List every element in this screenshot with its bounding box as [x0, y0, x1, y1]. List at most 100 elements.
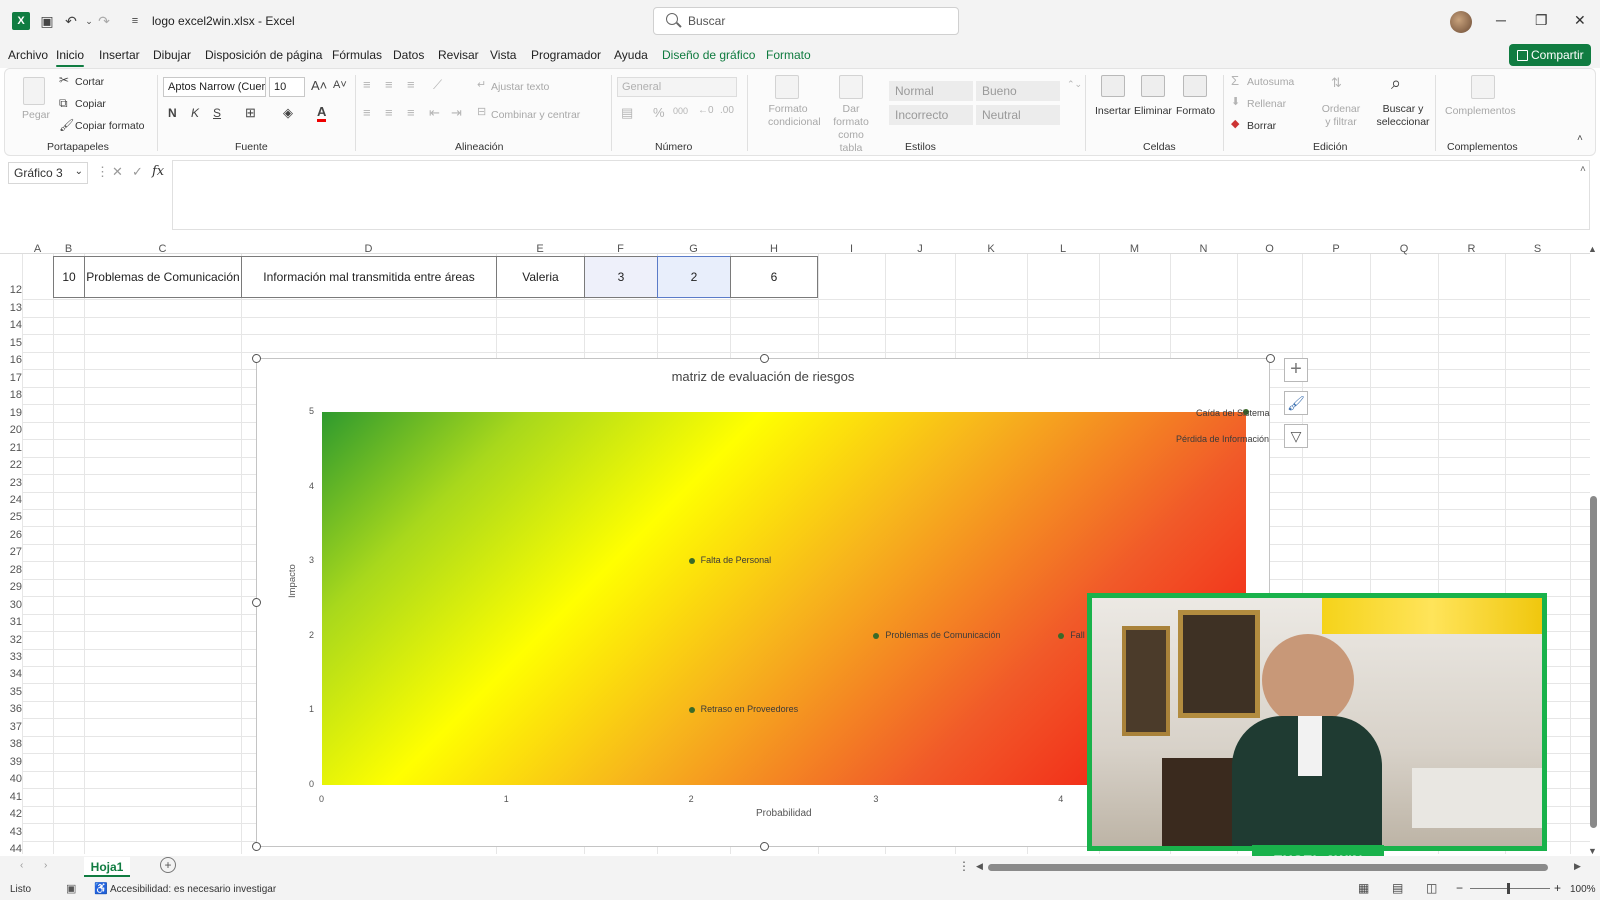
column-header-e[interactable]: E — [496, 243, 584, 255]
next-sheet-icon[interactable]: › — [44, 860, 47, 871]
orientation-icon[interactable]: ⟋ — [433, 77, 442, 93]
close-icon[interactable]: ✕ — [1574, 12, 1586, 29]
align-left-icon[interactable]: ≡ — [363, 105, 371, 120]
resize-handle[interactable] — [252, 842, 261, 851]
macro-record-icon[interactable]: ▣ — [66, 882, 76, 895]
style-neutral[interactable]: Neutral — [976, 105, 1060, 125]
zoom-slider-thumb[interactable] — [1507, 883, 1510, 894]
tab-ayuda[interactable]: Ayuda — [614, 48, 648, 62]
minimize-icon[interactable]: ─ — [1496, 12, 1506, 28]
delete-cells-icon[interactable] — [1141, 75, 1165, 97]
column-header-q[interactable]: Q — [1370, 243, 1438, 255]
column-header-b[interactable]: B — [53, 243, 84, 255]
zoom-in-icon[interactable]: + — [1554, 881, 1561, 895]
tab-disposicion[interactable]: Disposición de página — [205, 48, 322, 62]
name-box[interactable]: Gráfico 3 ⌄ — [8, 162, 88, 184]
wrap-text-button[interactable]: Ajustar texto — [491, 81, 549, 93]
chart-title[interactable]: matriz de evaluación de riesgos — [257, 369, 1269, 384]
column-header-a[interactable]: A — [22, 243, 53, 255]
redo-icon[interactable]: ↷ — [95, 12, 113, 30]
column-header-r[interactable]: R — [1438, 243, 1505, 255]
row-header-34[interactable]: 34 — [0, 668, 22, 680]
chart-styles-brush-icon[interactable]: 🖌 — [1284, 391, 1308, 415]
resize-handle[interactable] — [252, 354, 261, 363]
find-select-button[interactable]: Buscar y seleccionar — [1375, 103, 1431, 129]
customize-qat-icon[interactable]: ≡ — [126, 12, 144, 30]
bold-button[interactable]: N — [168, 106, 177, 120]
tab-insertar[interactable]: Insertar — [99, 48, 140, 62]
row-header-28[interactable]: 28 — [0, 564, 22, 576]
row-header-32[interactable]: 32 — [0, 634, 22, 646]
column-header-m[interactable]: M — [1099, 243, 1170, 255]
avatar[interactable] — [1450, 11, 1472, 33]
normal-view-icon[interactable]: ▦ — [1358, 881, 1369, 895]
insert-function-button[interactable]: fx — [152, 164, 164, 179]
align-right-icon[interactable]: ≡ — [407, 105, 415, 120]
row-header-17[interactable]: 17 — [0, 372, 22, 384]
row-header-41[interactable]: 41 — [0, 791, 22, 803]
more-icon[interactable]: ⋮ — [96, 164, 109, 180]
undo-icon[interactable]: ↶ — [62, 12, 80, 30]
row-header-30[interactable]: 30 — [0, 599, 22, 611]
column-header-d[interactable]: D — [241, 243, 496, 255]
increase-indent-icon[interactable]: ⇥ — [451, 105, 462, 121]
cell-d12[interactable]: Información mal transmitida entre áreas — [241, 256, 497, 298]
prev-sheet-icon[interactable]: ‹ — [20, 860, 23, 871]
row-header-20[interactable]: 20 — [0, 424, 22, 436]
search-box[interactable]: Buscar — [653, 7, 959, 35]
percent-icon[interactable]: % — [653, 105, 665, 120]
data-label[interactable]: Fall — [1070, 630, 1085, 640]
increase-decimal-icon[interactable]: ←0 — [698, 105, 714, 116]
format-cells-icon[interactable] — [1183, 75, 1207, 97]
italic-button[interactable]: K — [191, 106, 199, 120]
clear-button[interactable]: Borrar — [1247, 120, 1276, 132]
expand-formula-icon[interactable]: ˄ — [1580, 164, 1586, 175]
font-color-icon[interactable]: A — [317, 104, 327, 122]
cancel-icon[interactable]: ✕ — [112, 164, 123, 180]
row-header-37[interactable]: 37 — [0, 721, 22, 733]
row-header-18[interactable]: 18 — [0, 389, 22, 401]
currency-icon[interactable]: ▤ — [621, 105, 633, 121]
row-header-39[interactable]: 39 — [0, 756, 22, 768]
column-header-j[interactable]: J — [885, 243, 955, 255]
data-label[interactable]: Pérdida de Información — [1176, 434, 1269, 444]
conditional-format-icon[interactable] — [775, 75, 799, 99]
addins-icon[interactable] — [1471, 75, 1495, 99]
column-header-h[interactable]: H — [730, 243, 818, 255]
accessibility-status[interactable]: Accesibilidad: es necesario investigar — [110, 884, 276, 895]
page-layout-icon[interactable]: ▤ — [1392, 881, 1403, 895]
tab-programador[interactable]: Programador — [531, 48, 601, 62]
row-header-13[interactable]: 13 — [0, 302, 22, 314]
sort-filter-button[interactable]: Ordenar y filtrar — [1319, 103, 1363, 129]
table-format-icon[interactable] — [839, 75, 863, 99]
style-good[interactable]: Bueno — [976, 81, 1060, 101]
table-format-button[interactable]: Dar formato como tabla — [827, 103, 875, 155]
style-bad[interactable]: Incorrecto — [889, 105, 973, 125]
row-header-12[interactable]: 12 — [0, 284, 22, 296]
row-header-36[interactable]: 36 — [0, 703, 22, 715]
enter-icon[interactable]: ✓ — [132, 164, 143, 180]
data-point[interactable] — [688, 558, 695, 565]
tab-archivo[interactable]: Archivo — [8, 48, 48, 62]
thousands-icon[interactable]: 000 — [673, 106, 688, 116]
borders-icon[interactable]: ⊞ — [245, 105, 256, 121]
row-header-25[interactable]: 25 — [0, 511, 22, 523]
row-header-44[interactable]: 44 — [0, 843, 22, 855]
tab-datos[interactable]: Datos — [393, 48, 424, 62]
row-header-31[interactable]: 31 — [0, 616, 22, 628]
row-header-35[interactable]: 35 — [0, 686, 22, 698]
font-size-select[interactable]: 10 — [269, 77, 305, 97]
tab-revisar[interactable]: Revisar — [438, 48, 479, 62]
resize-handle[interactable] — [1266, 354, 1275, 363]
share-button[interactable]: Compartir — [1509, 44, 1591, 66]
merge-center-button[interactable]: Combinar y centrar — [491, 109, 580, 121]
data-label[interactable]: Retraso en Proveedores — [701, 704, 799, 714]
sheet-tab-hoja1[interactable]: Hoja1 — [84, 857, 130, 877]
chart-elements-button[interactable]: + — [1284, 358, 1308, 382]
delete-cells-button[interactable]: Eliminar — [1134, 105, 1172, 117]
insert-cells-button[interactable]: Insertar — [1095, 105, 1131, 117]
styles-scroll-icon[interactable]: ⌃⌄ — [1067, 79, 1082, 90]
format-cells-button[interactable]: Formato — [1176, 105, 1215, 117]
restore-icon[interactable]: ❐ — [1535, 12, 1548, 29]
row-header-33[interactable]: 33 — [0, 651, 22, 663]
